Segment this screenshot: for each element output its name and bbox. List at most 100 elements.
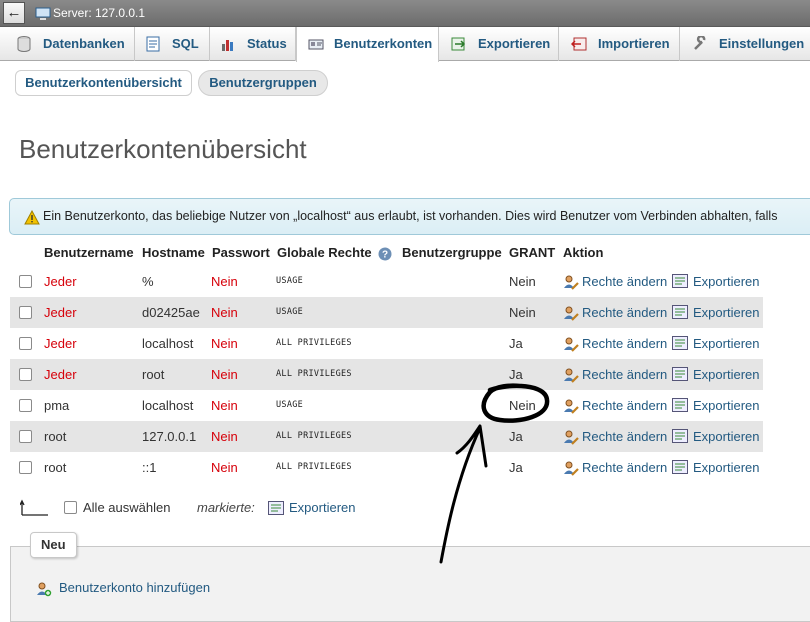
wrench-icon [694,36,706,50]
cell-global-privileges: ALL PRIVILEGES [276,338,352,348]
cell-username: Jeder [44,336,77,351]
edit-privileges-link[interactable]: Rechte ändern [582,297,667,328]
tab-settings[interactable]: Einstellungen [680,27,810,61]
row-checkbox[interactable] [19,306,32,319]
cell-username: root [44,429,67,444]
marked-label: markierte: [197,500,255,515]
edit-privileges-link[interactable]: Rechte ändern [582,421,667,452]
header-hostname[interactable]: Hostname [142,245,205,260]
edit-privileges-link[interactable]: Rechte ändern [582,266,667,297]
cell-grant: Ja [509,336,523,351]
table-row: root::1 Nein ALL PRIVILEGES Ja Rechte ändern… [10,452,763,483]
cell-global-privileges: ALL PRIVILEGES [276,462,352,472]
table-header: Benutzername Hostname Passwort Globale R… [10,243,763,265]
tab-databases[interactable]: Datenbanken [0,27,135,61]
export-icon [672,429,688,443]
export-icon [672,305,688,319]
cell-hostname: localhost [142,398,194,413]
server-bar: ← Server: 127.0.0.1 [0,0,810,27]
edit-privileges-link[interactable]: Rechte ändern [582,452,667,483]
users-icon [308,39,324,50]
export-icon [672,367,688,381]
cell-password: Nein [211,429,238,444]
cell-grant: Nein [509,274,536,289]
back-button[interactable]: ← [3,2,25,24]
tab-import[interactable]: Importieren [559,27,680,61]
cell-hostname: d02425ae [142,305,200,320]
cell-grant: Nein [509,305,536,320]
select-all-label[interactable]: Alle auswählen [83,500,170,515]
cell-global-privileges: ALL PRIVILEGES [276,369,352,379]
page-title: Benutzerkontenübersicht [19,134,307,164]
row-checkbox[interactable] [19,337,32,350]
edit-privileges-link[interactable]: Rechte ändern [582,359,667,390]
cell-global-privileges: ALL PRIVILEGES [276,431,352,441]
subtab-overview[interactable]: Benutzerkontenübersicht [15,70,192,96]
tab-label: Exportieren [478,36,551,51]
help-icon[interactable]: ? [378,247,392,261]
export-link[interactable]: Exportieren [693,421,759,452]
cell-username: root [44,460,67,475]
server-icon [35,7,51,20]
bulk-export-link[interactable]: Exportieren [289,500,355,515]
cell-hostname: 127.0.0.1 [142,429,197,444]
notice-text: Ein Benutzerkonto, das beliebige Nutzer … [43,209,778,223]
import-icon [571,37,587,51]
subtab-user-groups[interactable]: Benutzergruppen [198,70,328,96]
cell-username: pma [44,398,70,413]
edit-privileges-icon [564,461,579,476]
cell-password: Nein [211,398,238,413]
export-icon [672,274,688,288]
cell-grant: Nein [509,398,536,413]
edit-privileges-icon [564,399,579,414]
svg-text:?: ? [382,250,388,261]
row-checkbox[interactable] [19,430,32,443]
cell-password: Nein [211,367,238,382]
edit-privileges-icon [564,306,579,321]
export-link[interactable]: Exportieren [693,452,759,483]
export-link[interactable]: Exportieren [693,297,759,328]
sql-icon [146,36,160,52]
header-action: Aktion [563,245,604,260]
header-grant: GRANT [509,245,556,260]
cell-password: Nein [211,305,238,320]
tab-sql[interactable]: SQL [135,27,210,61]
header-password[interactable]: Passwort [212,245,270,260]
export-icon [672,460,688,474]
export-link[interactable]: Exportieren [693,328,759,359]
edit-privileges-link[interactable]: Rechte ändern [582,328,667,359]
tab-export[interactable]: Exportieren [439,27,559,61]
cell-username: Jeder [44,367,77,382]
tab-label: Status [247,36,287,51]
export-link[interactable]: Exportieren [693,266,759,297]
row-checkbox[interactable] [19,461,32,474]
warning-notice: Ein Benutzerkonto, das beliebige Nutzer … [9,198,810,235]
tab-status[interactable]: Status [210,27,296,61]
header-user-group: Benutzergruppe [402,245,502,260]
edit-privileges-icon [564,430,579,445]
database-icon [17,36,31,52]
add-user-icon [37,582,52,597]
header-username[interactable]: Benutzername [44,245,134,260]
row-checkbox[interactable] [19,275,32,288]
row-checkbox[interactable] [19,399,32,412]
edit-privileges-icon [564,275,579,290]
table-row: pma localhost Nein USAGE Nein Rechte ändern Ex… [10,390,763,421]
arrow-up-left-icon [20,499,48,516]
select-all-checkbox[interactable] [64,501,77,514]
cell-hostname: localhost [142,336,194,351]
export-link[interactable]: Exportieren [693,390,759,421]
table-row: Jeder% Nein USAGE Nein Rechte ändern Exportie… [10,266,763,297]
tab-label: Importieren [598,36,670,51]
export-link[interactable]: Exportieren [693,359,759,390]
tab-user-accounts[interactable]: Benutzerkonten [296,27,439,62]
warning-icon [24,210,40,225]
row-checkbox[interactable] [19,368,32,381]
export-icon [672,336,688,350]
header-global-privileges: Globale Rechte [277,245,372,260]
edit-privileges-icon [564,368,579,383]
server-label[interactable]: Server: 127.0.0.1 [53,6,145,20]
edit-privileges-link[interactable]: Rechte ändern [582,390,667,421]
table-row: Jeder d02425ae Nein USAGE Nein Rechte ändern E… [10,297,763,328]
cell-username: Jeder [44,274,77,289]
